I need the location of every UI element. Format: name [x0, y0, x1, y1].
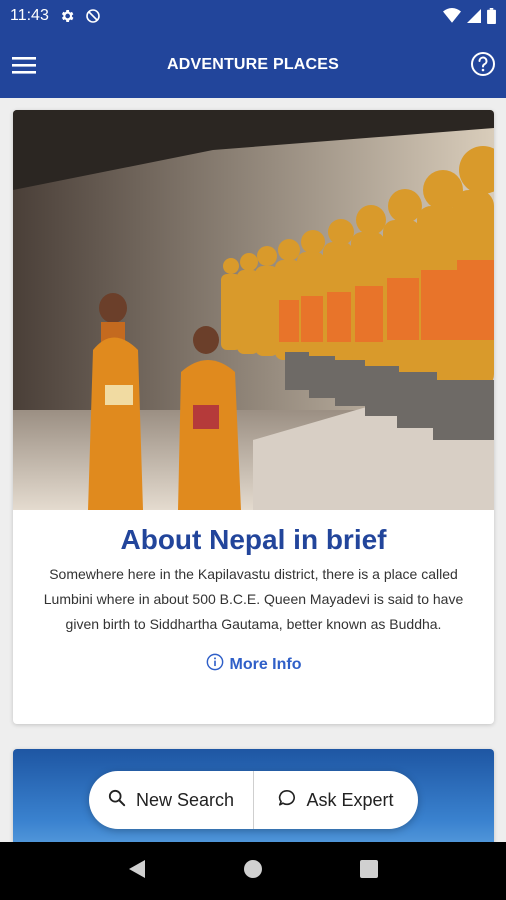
chat-icon: [278, 789, 296, 812]
more-info-link[interactable]: More Info: [13, 653, 494, 676]
ask-expert-button[interactable]: Ask Expert: [254, 771, 418, 829]
status-bar: 11:43: [0, 0, 506, 32]
ask-expert-label: Ask Expert: [306, 789, 394, 810]
settings-icon: [59, 8, 75, 24]
no-sync-icon: [85, 8, 101, 24]
floating-action-bar: New Search Ask Expert: [89, 771, 418, 829]
app-bar: ADVENTURE PLACES: [0, 32, 506, 98]
search-icon: [108, 789, 126, 812]
system-nav-bar: [0, 842, 506, 900]
app-title: ADVENTURE PLACES: [166, 56, 340, 73]
card-image: [13, 110, 494, 510]
new-search-button[interactable]: New Search: [89, 771, 253, 829]
card-description: Somewhere here in the Kapilavastu distri…: [43, 566, 464, 632]
card-title: About Nepal in brief: [120, 524, 387, 555]
more-info-label: More Info: [229, 655, 302, 673]
home-icon[interactable]: [243, 859, 263, 884]
info-icon: [206, 653, 224, 676]
status-time: 11:43: [10, 7, 49, 24]
content-list[interactable]: About Nepal in brief Somewhere here in t…: [0, 98, 506, 842]
wifi-icon: [443, 8, 461, 24]
place-card[interactable]: About Nepal in brief Somewhere here in t…: [13, 110, 494, 724]
signal-icon: [467, 8, 481, 24]
help-icon[interactable]: [470, 51, 496, 77]
new-search-label: New Search: [135, 789, 235, 810]
back-icon[interactable]: [128, 859, 146, 884]
menu-icon[interactable]: [12, 53, 36, 77]
recents-icon[interactable]: [359, 859, 378, 883]
battery-icon: [487, 8, 496, 24]
